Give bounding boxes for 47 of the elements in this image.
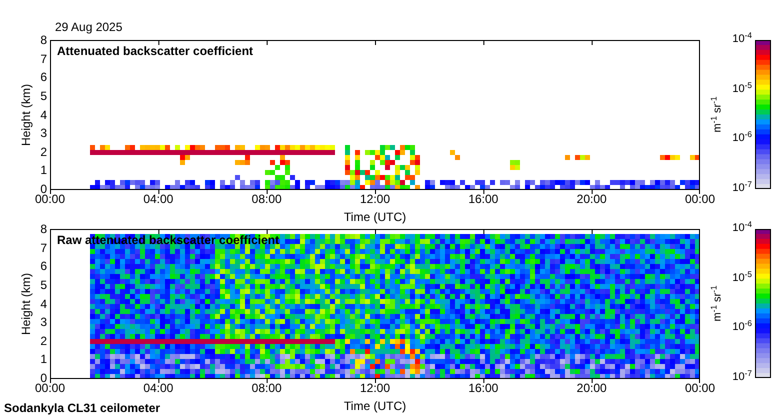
- colorbar-tick-label: 10$^{-4}$: [731, 223, 752, 234]
- x-tick-label: 20:00: [576, 382, 608, 394]
- y-tick-label: 0: [40, 183, 47, 195]
- colorbar-tick-label: 10$^{-7}$: [731, 183, 752, 194]
- y-axis-label: Height (km): [20, 272, 32, 334]
- y-tick-label: 1: [39, 353, 47, 366]
- y-tick-label: 4: [39, 298, 47, 310]
- x-tick-label: 20:00: [576, 193, 608, 205]
- y-tick-label: 8: [39, 223, 47, 235]
- x-tick-label: 08:00: [250, 193, 283, 205]
- x-tick-label: 12:00: [358, 193, 392, 205]
- x-tick-label: 00:00: [684, 382, 716, 394]
- y-tick-label: 8: [39, 34, 47, 46]
- y-axis-label: Height (km): [20, 84, 32, 146]
- colorbar-tick-label: 10$^{-5}$: [731, 84, 752, 95]
- x-tick-label: 16:00: [467, 193, 500, 205]
- y-tick-label: 0: [40, 372, 47, 384]
- x-tick-label: 00:00: [34, 193, 66, 205]
- y-tick-label: 3: [39, 127, 47, 140]
- date-label: 29 Aug 2025: [55, 21, 122, 33]
- y-tick-label: 3: [39, 316, 47, 328]
- x-tick-label: 04:00: [142, 193, 174, 205]
- x-tick-label: 04:00: [142, 382, 174, 394]
- colorbar-tick-label: 10$^{-4}$: [731, 34, 752, 45]
- y-tick-label: 4: [39, 108, 47, 120]
- y-tick-label: 5: [39, 278, 47, 291]
- x-tick-label: 16:00: [467, 382, 500, 394]
- station-label: Sodankyla CL31 ceilometer: [4, 402, 160, 414]
- x-tick-label: 08:00: [250, 382, 283, 394]
- colorbar-tick-label: 10$^{-6}$: [731, 133, 752, 144]
- x-tick-label: 00:00: [34, 382, 66, 394]
- y-tick-label: 7: [39, 242, 47, 254]
- y-tick-label: 2: [39, 146, 47, 158]
- y-tick-label: 6: [39, 260, 47, 272]
- y-tick-label: 1: [39, 164, 47, 176]
- x-tick-label: 12:00: [358, 382, 392, 394]
- plot-title: Attenuated backscatter coefficient: [57, 45, 254, 57]
- x-axis-label: Time (UTC): [342, 400, 408, 412]
- y-tick-label: 2: [39, 334, 47, 347]
- y-tick-label: 7: [39, 52, 47, 65]
- x-tick-label: 00:00: [684, 193, 716, 205]
- y-tick-label: 5: [39, 90, 47, 102]
- colorbar-tick-label: 10$^{-7}$: [731, 372, 752, 383]
- colorbar-tick-label: 10$^{-6}$: [731, 322, 752, 334]
- y-tick-label: 6: [39, 71, 47, 84]
- colorbar-tick-label: 10$^{-5}$: [731, 272, 752, 284]
- x-axis-label: Time (UTC): [342, 211, 408, 223]
